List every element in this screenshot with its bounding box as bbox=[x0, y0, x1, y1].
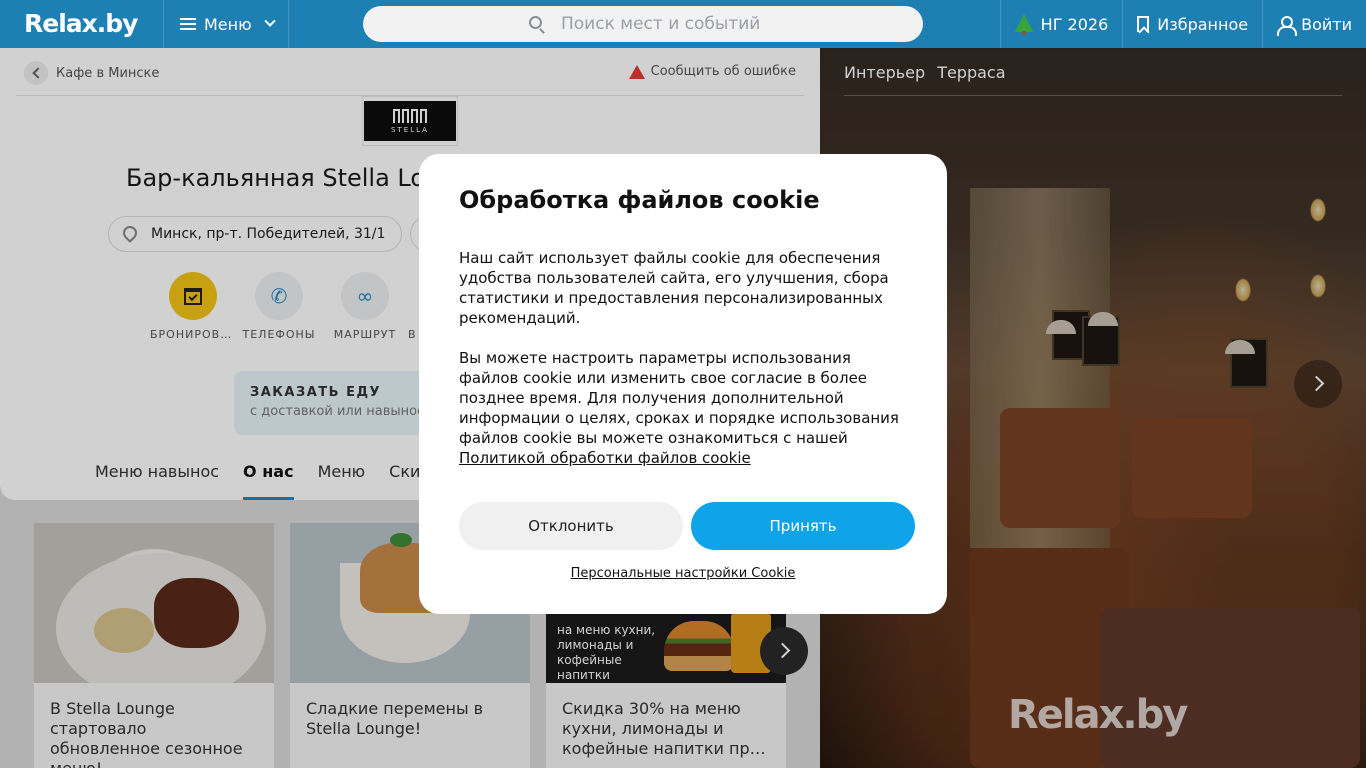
decline-button[interactable]: Отклонить bbox=[459, 502, 683, 550]
cookie-policy-link[interactable]: Политикой обработки файлов cookie bbox=[459, 449, 751, 467]
login-link[interactable]: Войти bbox=[1262, 0, 1366, 48]
cookie-paragraph-2: Вы можете настроить параметры использова… bbox=[459, 349, 899, 467]
cookie-dialog: Обработка файлов cookie Наш сайт использ… bbox=[419, 154, 947, 614]
cookie-paragraph-1: Наш сайт использует файлы cookie для обе… bbox=[459, 249, 889, 327]
menu-button[interactable]: Меню bbox=[163, 0, 289, 48]
bookmark-icon bbox=[1137, 16, 1150, 32]
personal-cookie-settings-link[interactable]: Персональные настройки Cookie bbox=[419, 566, 947, 581]
login-label: Войти bbox=[1301, 14, 1352, 34]
hamburger-icon bbox=[180, 18, 196, 30]
search-placeholder: Поиск мест и событий bbox=[561, 14, 761, 34]
menu-label: Меню bbox=[204, 14, 252, 34]
new-year-label: НГ 2026 bbox=[1040, 14, 1109, 34]
site-logo[interactable]: Relax.by bbox=[24, 9, 138, 38]
search-input[interactable]: Поиск мест и событий bbox=[363, 6, 923, 42]
search-icon bbox=[529, 16, 542, 29]
favorites-link[interactable]: Избранное bbox=[1122, 0, 1262, 48]
christmas-tree-icon bbox=[1014, 14, 1033, 35]
favorites-label: Избранное bbox=[1157, 14, 1249, 34]
accept-button[interactable]: Принять bbox=[691, 502, 915, 550]
user-icon bbox=[1277, 16, 1298, 36]
new-year-link[interactable]: НГ 2026 bbox=[999, 0, 1123, 48]
chevron-down-icon bbox=[263, 15, 276, 27]
cookie-dialog-title: Обработка файлов cookie bbox=[459, 186, 820, 214]
top-header: Relax.by Меню Поиск мест и событий НГ 20… bbox=[0, 0, 1366, 48]
